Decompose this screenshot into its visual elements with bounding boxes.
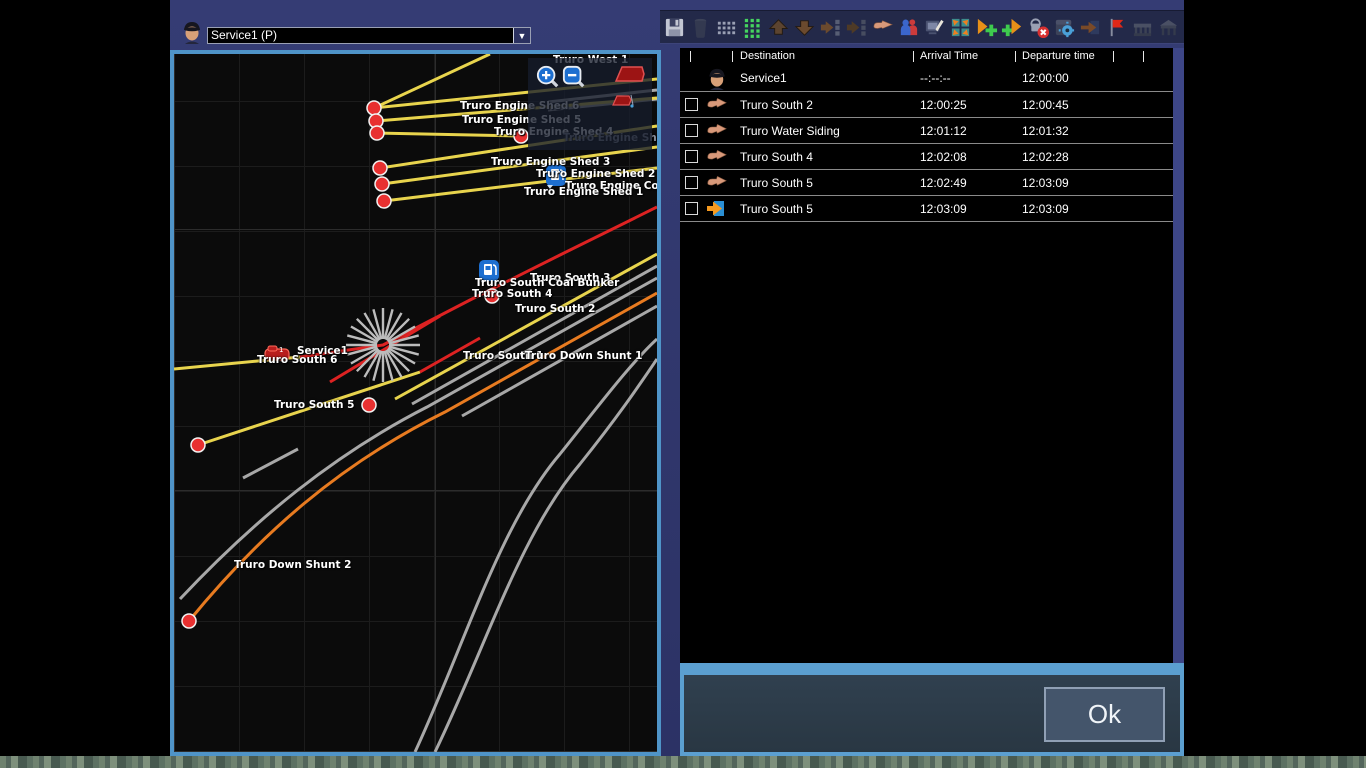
track-map-panel: 1 Truro West 1Truro Engine Shed 6Truro E… [170,50,661,756]
row-checkbox-cell [680,150,702,163]
row-arrival-time: 12:02:49 [920,176,1022,190]
timetable-row[interactable]: Truro South 412:02:0812:02:28 [680,144,1184,170]
row-checkbox-cell [680,202,702,215]
row-type-icon-cell [702,149,740,164]
desktop-strip [0,756,1366,768]
row-type-icon-cell [702,175,740,190]
grid-dots-icon[interactable] [715,15,738,39]
platform-icon[interactable] [1131,15,1154,39]
timetable-rows: Service1--:--:--12:00:00 Truro South 212… [680,65,1184,222]
row-type-icon-cell [702,200,740,217]
stop-at-hand-icon [706,149,727,164]
row-departure-time: 12:00:45 [1022,98,1184,112]
pick-destination-hand-icon[interactable] [871,15,894,39]
service-settings-icon[interactable] [1053,15,1076,39]
ok-button[interactable]: Ok [1044,687,1165,742]
service-selector-value: Service1 (P) [208,28,513,43]
row-checkbox[interactable] [685,176,698,189]
row-departure-time: 12:00:00 [1022,71,1184,85]
move-down-icon[interactable] [793,15,816,39]
timetable-row[interactable]: Service1--:--:--12:00:00 [680,65,1184,92]
footer-panel: Ok [680,663,1184,756]
col-arrival: Arrival Time [920,50,978,62]
save-icon[interactable] [663,15,686,39]
canopy-icon[interactable] [1157,15,1180,39]
row-departure-time: 12:03:09 [1022,202,1184,216]
service-selector[interactable]: Service1 (P) ▼ [207,27,531,44]
repaint-icon[interactable] [923,15,946,39]
row-destination: Truro South 5 [740,202,920,216]
track-map-graphics: 1 [174,54,657,752]
timetable-header: Destination Arrival Time Departure time [680,48,1184,65]
row-type-icon-cell [702,123,740,138]
row-arrival-time: 12:03:09 [920,202,1022,216]
grid-dots-green-icon[interactable] [741,15,764,39]
final-destination-icon [706,200,725,217]
main-line-tracks [180,90,657,752]
buffer-stop-icon [614,64,646,84]
delete-icon[interactable] [689,15,712,39]
svg-text:1: 1 [279,346,283,354]
row-checkbox[interactable] [685,202,698,215]
track-map[interactable]: 1 Truro West 1Truro Engine Shed 6Truro E… [174,54,657,752]
row-type-icon-cell [702,67,740,90]
row-destination: Service1 [740,71,920,85]
move-up-icon[interactable] [767,15,790,39]
timetable-row[interactable]: Truro Water Siding12:01:1212:01:32 [680,118,1184,144]
stop-at-hand-icon [706,123,727,138]
center-view-icon[interactable] [949,15,972,39]
timetable-row[interactable]: Truro South 512:03:0912:03:09 [680,196,1184,222]
remove-service-icon[interactable] [1027,15,1050,39]
train-icon: 1 [265,346,289,360]
insert-before-icon[interactable] [819,15,842,39]
row-departure-time: 12:03:09 [1022,176,1184,190]
row-destination: Truro South 4 [740,150,920,164]
map-zoom-overlay [528,58,652,150]
row-arrival-time: 12:00:25 [920,98,1022,112]
passengers-icon[interactable] [897,15,920,39]
fuel-pump-icon [546,165,566,189]
row-arrival-time: --:--:-- [920,71,1022,85]
topbar: Service1 (P) ▼ [170,0,1184,50]
timetable-row[interactable]: Truro South 212:00:2512:00:45 [680,92,1184,118]
row-arrival-time: 12:01:12 [920,124,1022,138]
go-to-icon[interactable] [1079,15,1102,39]
row-checkbox-cell [680,124,702,137]
toolbar [660,10,1184,44]
fuel-pump-icon [479,260,499,284]
flag-icon[interactable] [1105,15,1128,39]
timetable-scrollbar[interactable] [1173,48,1184,663]
timetable-row[interactable]: Truro South 512:02:4912:03:09 [680,170,1184,196]
col-destination: Destination [740,50,795,62]
row-destination: Truro South 5 [740,176,920,190]
timetable-editor-window: Service1 (P) ▼ [170,0,1184,756]
screen: Service1 (P) ▼ [0,0,1366,768]
buffer-stop-small-icon [612,94,634,108]
driver-avatar-icon [181,20,203,44]
stop-at-hand-icon [706,97,727,112]
row-type-icon-cell [702,97,740,112]
timetable-panel: Destination Arrival Time Departure time … [680,48,1184,663]
col-departure: Departure time [1022,50,1095,62]
row-checkbox-cell [680,98,702,111]
chevron-down-icon[interactable]: ▼ [513,28,530,43]
add-instruction-icon[interactable] [975,15,998,39]
row-checkbox[interactable] [685,150,698,163]
stop-at-hand-icon [706,175,727,190]
row-destination: Truro South 2 [740,98,920,112]
row-checkbox[interactable] [685,98,698,111]
zoom-out-button[interactable] [562,65,586,89]
row-checkbox-cell [680,176,702,189]
insert-after-icon[interactable] [845,15,868,39]
driver-icon [706,67,728,90]
row-departure-time: 12:01:32 [1022,124,1184,138]
row-arrival-time: 12:02:08 [920,150,1022,164]
footer-inner: Ok [684,675,1180,752]
zoom-in-button[interactable] [536,65,560,89]
row-destination: Truro Water Siding [740,124,920,138]
row-checkbox[interactable] [685,124,698,137]
add-instruction-alt-icon[interactable] [1001,15,1024,39]
row-departure-time: 12:02:28 [1022,150,1184,164]
